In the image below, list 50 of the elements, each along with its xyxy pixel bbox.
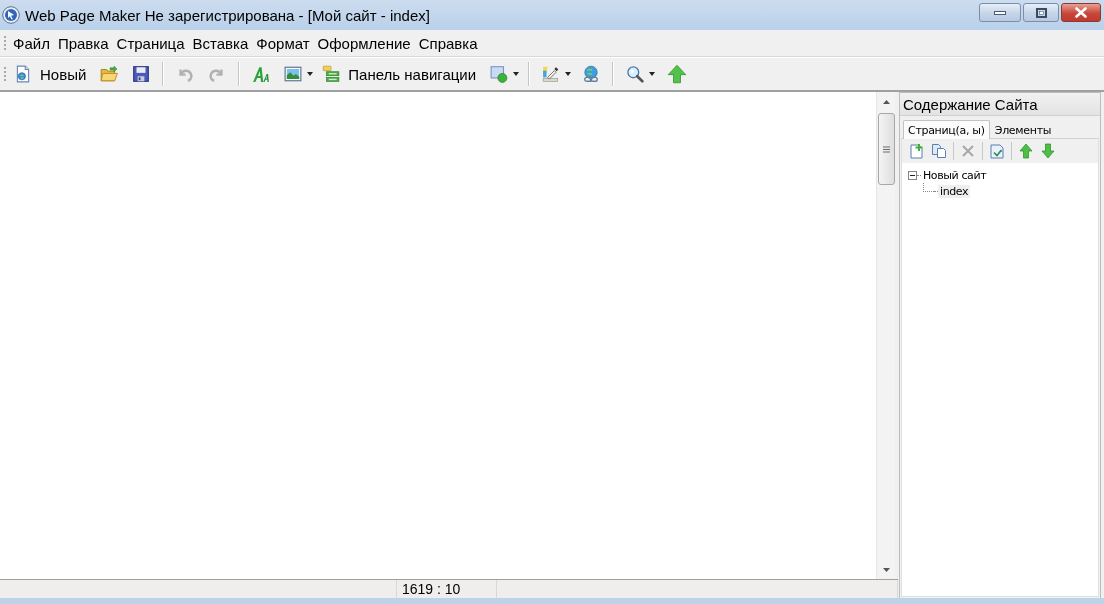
copy-icon[interactable]	[931, 143, 947, 159]
restore-icon	[1035, 7, 1047, 18]
maximize-button[interactable]	[1023, 3, 1059, 22]
navigation-bars-icon	[322, 65, 341, 83]
caret-icon[interactable]	[649, 72, 656, 76]
tree-item[interactable]: index	[938, 184, 971, 198]
save-icon[interactable]	[132, 65, 151, 83]
cursor-position: 1619 : 10	[402, 581, 461, 597]
panel-tab[interactable]: Элементы	[989, 121, 1057, 138]
text-style-icon[interactable]	[252, 65, 271, 83]
add-page-icon[interactable]	[909, 143, 925, 159]
menu-item[interactable]: Оформление	[313, 32, 415, 54]
app-logo-icon	[2, 6, 20, 24]
grip-icon	[3, 65, 7, 83]
page-check-icon[interactable]	[989, 143, 1005, 159]
image-icon[interactable]	[284, 65, 303, 83]
navigation-panel-button[interactable]: Панель навигации	[317, 63, 484, 85]
scrollbar[interactable]	[876, 92, 895, 579]
close-icon	[1075, 7, 1087, 18]
magnifier-icon[interactable]	[626, 65, 645, 83]
down-arrow-icon[interactable]	[1040, 143, 1056, 159]
window-title: Web Page Maker Не зарегистрирована - [Мой сайт - index]	[25, 7, 431, 24]
caret-icon[interactable]	[513, 72, 520, 76]
caret-icon[interactable]	[565, 72, 572, 76]
collapse-icon[interactable]	[908, 170, 917, 180]
scroll-down-icon[interactable]	[882, 567, 890, 572]
eyedropper-icon[interactable]	[542, 65, 561, 83]
minimize-icon	[994, 10, 1006, 15]
menu-item[interactable]: Страница	[112, 32, 189, 54]
panel-tab[interactable]: Страниц(а, ы)	[903, 120, 990, 139]
menu-item[interactable]: Правка	[53, 32, 113, 54]
menu-item[interactable]: Файл	[9, 32, 54, 54]
globe-link-icon[interactable]	[582, 65, 601, 83]
up-arrow-icon[interactable]	[666, 64, 689, 84]
menu-item[interactable]: Формат	[252, 32, 314, 54]
new-button[interactable]: Новый	[9, 63, 94, 85]
caret-icon[interactable]	[307, 72, 314, 76]
menu-item[interactable]: Справка	[414, 32, 482, 54]
grip-icon	[3, 34, 7, 52]
close-button[interactable]	[1061, 3, 1101, 22]
menu-item[interactable]: Вставка	[188, 32, 253, 54]
up-arrow-icon[interactable]	[1018, 143, 1034, 159]
document-globe-icon	[14, 65, 32, 83]
scroll-up-icon[interactable]	[882, 99, 890, 104]
minimize-button[interactable]	[979, 3, 1021, 22]
grip-icon	[882, 145, 890, 153]
folder-icon[interactable]	[100, 65, 119, 83]
panel-title: Содержание Сайта	[903, 95, 1038, 113]
scrollbar-thumb[interactable]	[877, 113, 895, 185]
tree-item[interactable]: Новый сайт	[921, 168, 989, 182]
